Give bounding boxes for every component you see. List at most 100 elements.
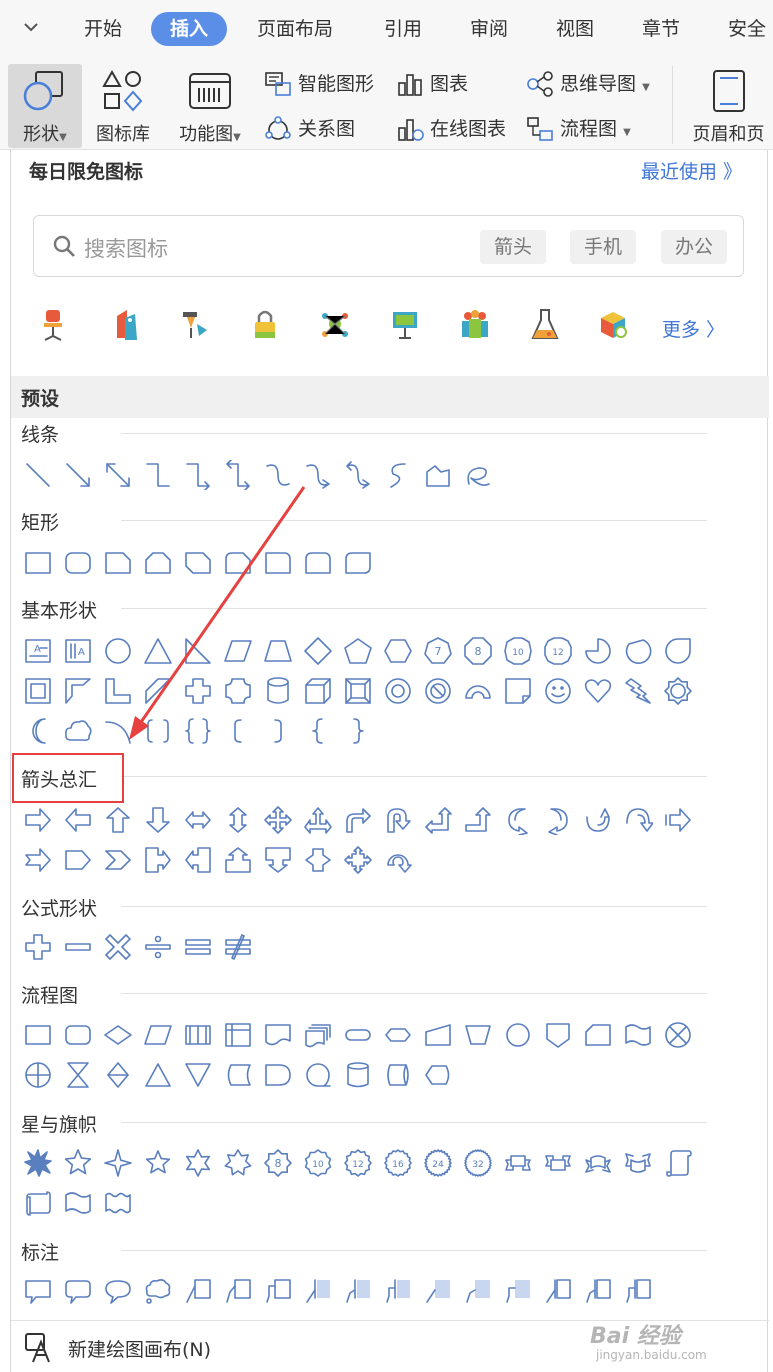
flowchart-or-shape[interactable] [23, 1060, 53, 1090]
search-chip-arrow[interactable]: 箭头 [480, 230, 547, 264]
right-triangle-shape[interactable] [183, 636, 213, 666]
curved-arrow-connector-shape[interactable] [303, 460, 333, 490]
right-arrow-callout-shape[interactable] [143, 845, 173, 875]
smiley-face-shape[interactable] [543, 676, 573, 706]
rectangular-callout-shape[interactable] [23, 1276, 53, 1306]
line-callout-3-no-border-shape[interactable] [503, 1276, 533, 1306]
cloud-callout-shape[interactable] [143, 1276, 173, 1306]
heptagon-shape[interactable]: 7 [423, 636, 453, 666]
menu-insert[interactable]: 插入 [151, 12, 227, 46]
up-arrow-shape[interactable] [103, 805, 133, 835]
elbow-connector-shape[interactable] [143, 460, 173, 490]
line-callout-2-no-border-shape[interactable] [463, 1276, 493, 1306]
flowchart-preparation-shape[interactable] [383, 1020, 413, 1050]
flowchart-alternate-process-shape[interactable] [63, 1020, 93, 1050]
left-arrow-callout-shape[interactable] [183, 845, 213, 875]
office-chair-icon[interactable] [37, 306, 69, 344]
line-callout-1-shape[interactable] [183, 1276, 213, 1306]
not-equal-math-shape[interactable] [223, 932, 253, 962]
line-callout-3-border-accent-shape[interactable] [623, 1276, 653, 1306]
vertical-scroll-shape[interactable] [663, 1148, 693, 1178]
menu-security[interactable]: 安全 [714, 12, 773, 46]
right-brace-shape[interactable] [343, 716, 373, 746]
flowchart-sort-shape[interactable] [103, 1060, 133, 1090]
line-callout-1-accent-shape[interactable] [303, 1276, 333, 1306]
up-down-arrow-shape[interactable] [223, 805, 253, 835]
line-shape[interactable] [23, 460, 53, 490]
header-footer-button[interactable]: 页眉和页 [684, 64, 773, 148]
notched-right-arrow-shape[interactable] [23, 845, 53, 875]
diamond-shape[interactable] [303, 636, 333, 666]
relation-chart-button[interactable]: 关系图 [264, 113, 388, 145]
down-ribbon-shape[interactable] [543, 1148, 573, 1178]
double-bracket-shape[interactable] [143, 716, 173, 746]
star-6-point-shape[interactable] [183, 1148, 213, 1178]
round-diagonal-rect-shape[interactable] [343, 548, 373, 578]
chevron-shape[interactable] [103, 845, 133, 875]
curved-double-arrow-shape[interactable] [343, 460, 373, 490]
quad-arrow-shape[interactable] [263, 805, 293, 835]
line-callout-2-border-accent-shape[interactable] [583, 1276, 613, 1306]
snip-same-side-rect-shape[interactable] [143, 548, 173, 578]
team-people-icon[interactable] [459, 306, 491, 344]
down-arrow-callout-shape[interactable] [263, 845, 293, 875]
rectangle-shape[interactable] [23, 548, 53, 578]
lightning-bolt-shape[interactable] [623, 676, 653, 706]
plaque-shape[interactable] [223, 676, 253, 706]
flowchart-manual-operation-shape[interactable] [463, 1020, 493, 1050]
vertical-text-box-shape[interactable]: A [63, 636, 93, 666]
flowchart-collate-shape[interactable] [63, 1060, 93, 1090]
line-callout-2-shape[interactable] [223, 1276, 253, 1306]
double-arrow-line-shape[interactable] [103, 460, 133, 490]
flowchart-document-shape[interactable] [263, 1020, 293, 1050]
plus-math-shape[interactable] [23, 932, 53, 962]
left-bracket-shape[interactable] [223, 716, 253, 746]
wave-shape[interactable] [63, 1188, 93, 1218]
horizontal-scroll-shape[interactable] [23, 1188, 53, 1218]
star-4-point-shape[interactable] [103, 1148, 133, 1178]
bent-arrow-shape[interactable] [343, 805, 373, 835]
flowchart-punched-tape-shape[interactable] [623, 1020, 653, 1050]
round-same-side-rect-shape[interactable] [303, 548, 333, 578]
decagon-shape[interactable]: 10 [503, 636, 533, 666]
donut-shape[interactable] [383, 676, 413, 706]
icon-library-button[interactable]: 图标库 [88, 64, 158, 148]
menu-page-layout[interactable]: 页面布局 [243, 12, 347, 46]
pentagon-shape[interactable] [343, 636, 373, 666]
package-box-icon[interactable] [597, 306, 629, 344]
round-single-corner-rect-shape[interactable] [263, 548, 293, 578]
oval-shape[interactable] [103, 636, 133, 666]
flowchart-sequential-access-shape[interactable] [303, 1060, 333, 1090]
up-arrow-callout-shape[interactable] [223, 845, 253, 875]
curved-down-ribbon-shape[interactable] [623, 1148, 653, 1178]
flowchart-decision-shape[interactable] [103, 1020, 133, 1050]
flowchart-extract-shape[interactable] [143, 1060, 173, 1090]
parallelogram-shape[interactable] [223, 636, 253, 666]
lab-flask-icon[interactable] [529, 306, 561, 344]
star-5-point-shape[interactable] [63, 1148, 93, 1178]
line-callout-2-accent-shape[interactable] [343, 1276, 373, 1306]
online-chart-button[interactable]: 在线图表 [396, 113, 520, 145]
triangle-shape[interactable] [143, 636, 173, 666]
folded-corner-shape[interactable] [503, 676, 533, 706]
left-brace-shape[interactable] [303, 716, 333, 746]
pentagon-arrow-shape[interactable] [63, 845, 93, 875]
curved-up-ribbon-shape[interactable] [583, 1148, 613, 1178]
rounded-rectangular-callout-shape[interactable] [63, 1276, 93, 1306]
menu-review[interactable]: 审阅 [456, 12, 522, 46]
left-up-arrow-shape[interactable] [423, 805, 453, 835]
search-chip-phone[interactable]: 手机 [570, 230, 637, 264]
diagonal-stripe-shape[interactable] [143, 676, 173, 706]
star-8-point-shape[interactable]: 8 [263, 1148, 293, 1178]
price-tag-icon[interactable] [111, 306, 143, 344]
freeform-shape[interactable] [423, 460, 453, 490]
oval-callout-shape[interactable] [103, 1276, 133, 1306]
double-wave-shape[interactable] [103, 1188, 133, 1218]
right-bracket-shape[interactable] [263, 716, 293, 746]
moon-shape[interactable] [23, 716, 53, 746]
star-10-point-shape[interactable]: 10 [303, 1148, 333, 1178]
striped-right-arrow-shape[interactable] [663, 805, 693, 835]
lock-icon[interactable] [249, 306, 281, 344]
left-right-up-arrow-shape[interactable] [303, 805, 333, 835]
curved-left-arrow-shape[interactable] [543, 805, 573, 835]
